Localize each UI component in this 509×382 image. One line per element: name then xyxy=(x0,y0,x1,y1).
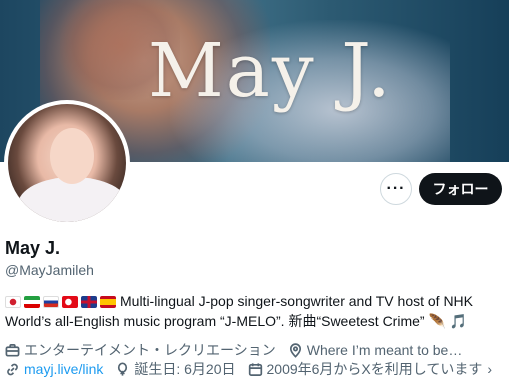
website-item[interactable]: mayj.live/link xyxy=(5,361,103,377)
birthday-item: 誕生日: 6月20日 xyxy=(115,359,236,379)
avatar-face xyxy=(50,128,94,184)
japan-flag-icon xyxy=(5,296,21,308)
uk-flag-icon xyxy=(81,296,97,308)
russia-flag-icon xyxy=(43,296,59,308)
website-link[interactable]: mayj.live/link xyxy=(24,361,103,377)
category-label: エンターテイメント・レクリエーション xyxy=(24,342,276,358)
banner-logo-text: May J. xyxy=(148,28,393,114)
more-options-button[interactable]: ··· xyxy=(380,173,412,205)
profile-meta-row-2: mayj.live/link 誕生日: 6月20日 2009年6月からXを利用し… xyxy=(5,359,504,379)
location-label: Where I’m meant to be… xyxy=(306,342,463,358)
category-item: エンターテイメント・レクリエーション xyxy=(5,340,276,360)
avatar-image xyxy=(8,104,126,222)
follow-button[interactable]: フォロー xyxy=(419,173,502,205)
spain-flag-icon xyxy=(100,296,116,308)
iran-flag-icon xyxy=(24,296,40,308)
calendar-icon xyxy=(248,362,262,376)
birthday-label: 誕生日: 6月20日 xyxy=(134,361,236,377)
display-name: May J. xyxy=(5,238,61,258)
user-handle: @MayJamileh xyxy=(5,262,94,278)
balloon-icon xyxy=(118,361,128,376)
feather-icon: 🪶 xyxy=(428,313,446,329)
music-note-icon: 🎵 xyxy=(449,313,468,329)
profile-bio: Multi-lingual J-pop singer-songwriter an… xyxy=(5,291,505,331)
briefcase-icon xyxy=(5,343,20,356)
avatar[interactable] xyxy=(4,100,130,226)
location-item: Where I’m meant to be… xyxy=(288,342,463,358)
bio-flags xyxy=(5,296,116,308)
location-pin-icon xyxy=(289,342,301,358)
joined-item[interactable]: 2009年6月からXを利用しています › xyxy=(248,359,492,379)
turkey-flag-icon xyxy=(62,296,78,308)
chevron-right-icon[interactable]: › xyxy=(487,361,492,377)
joined-label: 2009年6月からXを利用しています xyxy=(266,361,483,377)
profile-meta-row-1: エンターテイメント・レクリエーション Where I’m meant to be… xyxy=(5,340,474,360)
link-icon xyxy=(7,363,18,375)
